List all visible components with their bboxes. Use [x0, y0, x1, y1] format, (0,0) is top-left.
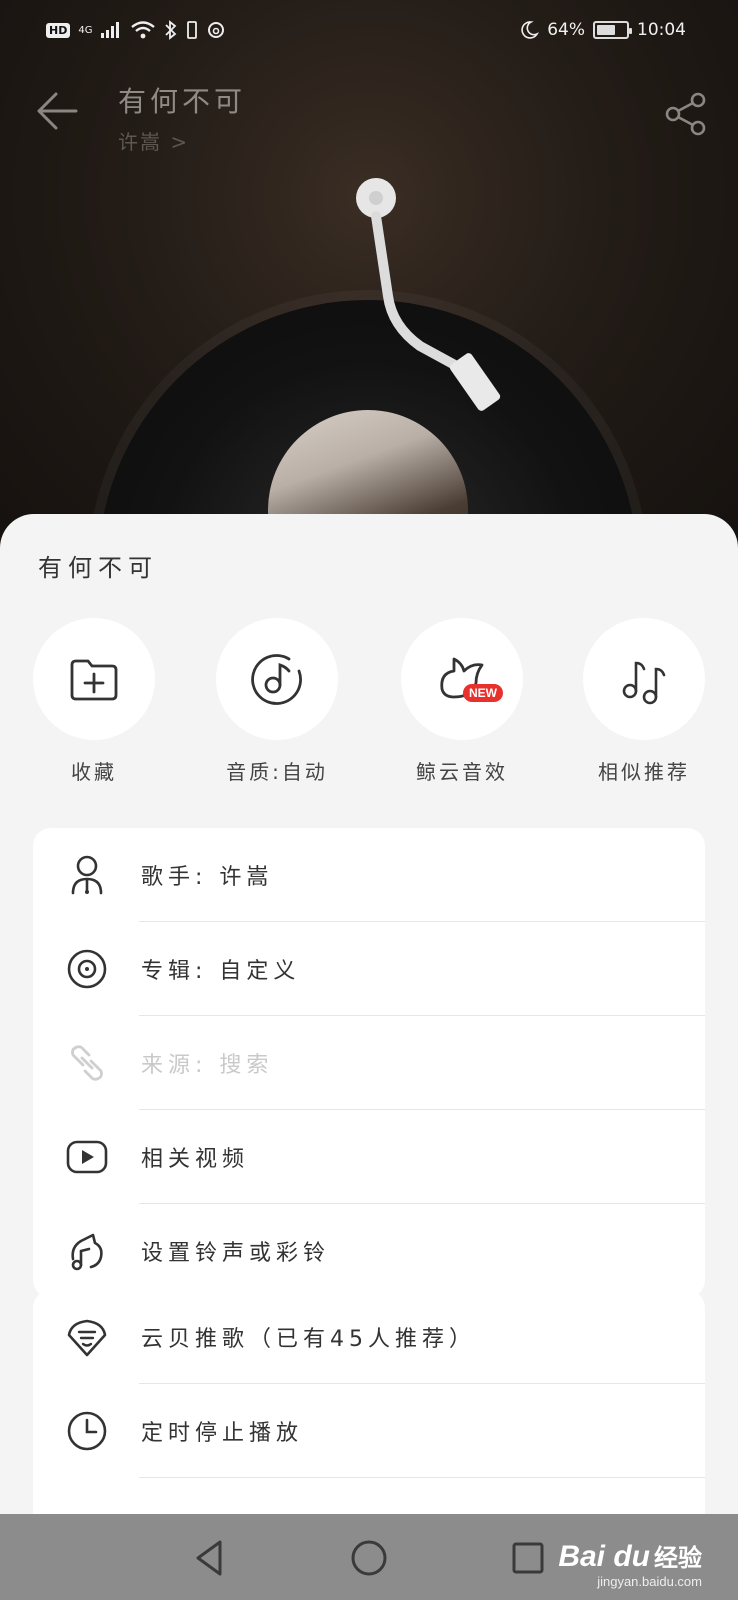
hd-badge: HD	[46, 22, 71, 38]
battery-icon	[593, 21, 632, 39]
back-button[interactable]	[34, 88, 80, 134]
netease-status-icon	[208, 22, 225, 38]
menu-group-extra: 云贝推歌（已有45人推荐） 定时停止播放	[33, 1290, 705, 1530]
similar-recommend-action[interactable]: 相似推荐	[574, 618, 714, 785]
singer-icon	[63, 851, 111, 899]
nav-home-button[interactable]	[347, 1536, 391, 1580]
whale-sound-action[interactable]: NEW 鲸云音效	[392, 618, 532, 785]
link-icon	[63, 1039, 111, 1087]
divider	[139, 1477, 705, 1478]
similar-recommend-label: 相似推荐	[598, 760, 690, 784]
system-navigation-bar: Bai du 经验 jingyan.baidu.com	[0, 1514, 738, 1600]
album-icon	[63, 945, 111, 993]
player-background: HD 4G 64% 10:04 有何不可 许嵩 >	[0, 0, 738, 560]
yunbei-icon	[63, 1313, 111, 1361]
share-button[interactable]	[664, 92, 708, 136]
favorite-label: 收藏	[71, 760, 117, 784]
quality-action[interactable]: 音质:自动	[207, 618, 347, 785]
menu-item-sleep-timer-label: 定时停止播放	[141, 1421, 304, 1446]
triangle-back-icon	[196, 1540, 222, 1576]
status-bar: HD 4G 64% 10:04	[0, 0, 738, 64]
clock-time: 10:04	[637, 20, 686, 40]
menu-item-yunbei-label: 云贝推歌（已有45人推荐）	[141, 1327, 476, 1352]
watermark-url: jingyan.baidu.com	[597, 1574, 702, 1589]
similar-recommend-button[interactable]	[583, 618, 705, 740]
bluetooth-icon	[165, 20, 177, 40]
folder-add-icon	[70, 659, 118, 701]
menu-item-ringtone-label: 设置铃声或彩铃	[141, 1241, 331, 1266]
circle-home-icon	[351, 1540, 387, 1576]
clock-icon	[63, 1407, 111, 1455]
whale-sound-button[interactable]: NEW	[401, 618, 523, 740]
network-type: 4G	[78, 24, 93, 36]
quality-button[interactable]	[216, 618, 338, 740]
video-play-icon	[63, 1133, 111, 1181]
battery-percent: 64%	[547, 20, 585, 40]
menu-group-song-info: 歌手: 许嵩 专辑: 自定义 来源: 搜索 相关视频 设置铃声或彩铃	[33, 828, 705, 1298]
music-disc-icon	[251, 654, 302, 705]
song-title: 有何不可	[118, 85, 247, 118]
new-badge: NEW	[463, 684, 503, 702]
signal-icon	[101, 22, 120, 38]
battery-level	[597, 25, 615, 35]
tonearm-icon	[356, 178, 501, 411]
menu-item-related-video[interactable]: 相关视频	[33, 1110, 705, 1204]
sheet-title: 有何不可	[38, 554, 158, 582]
more-options-sheet: 有何不可 收藏 音质:自动 NEW 鲸云音效 相似推荐 歌手: 许嵩 专辑: 自…	[0, 514, 738, 1530]
vibrate-icon	[187, 21, 198, 39]
artist-link[interactable]: 许嵩 >	[118, 126, 189, 155]
menu-item-ringtone[interactable]: 设置铃声或彩铃	[33, 1204, 705, 1298]
ringtone-icon	[63, 1227, 111, 1275]
menu-item-yunbei[interactable]: 云贝推歌（已有45人推荐）	[33, 1290, 705, 1384]
share-icon	[665, 92, 706, 136]
arrow-left-icon	[37, 92, 78, 130]
square-recents-icon	[512, 1542, 544, 1574]
baidu-jingyan-watermark: Bai du 经验 jingyan.baidu.com	[558, 1538, 702, 1589]
moon-icon	[521, 21, 540, 39]
whale-sound-label: 鲸云音效	[416, 760, 508, 784]
nav-recents-button[interactable]	[506, 1536, 550, 1580]
menu-item-related-video-label: 相关视频	[141, 1147, 250, 1172]
nav-back-button[interactable]	[188, 1536, 232, 1580]
watermark-logo: Bai du	[558, 1540, 650, 1573]
menu-item-source: 来源: 搜索	[33, 1016, 705, 1110]
music-notes-icon	[622, 661, 666, 705]
menu-item-source-label: 来源: 搜索	[141, 1053, 274, 1078]
menu-item-album[interactable]: 专辑: 自定义	[33, 922, 705, 1016]
quick-actions: 收藏 音质:自动 NEW 鲸云音效 相似推荐	[0, 618, 738, 788]
watermark-text: 经验	[654, 1544, 702, 1572]
menu-item-sleep-timer[interactable]: 定时停止播放	[33, 1384, 705, 1478]
menu-item-singer-label: 歌手: 许嵩	[141, 865, 274, 890]
menu-item-album-label: 专辑: 自定义	[141, 959, 301, 984]
quality-label: 音质:自动	[226, 760, 328, 784]
favorite-button[interactable]	[33, 618, 155, 740]
menu-item-singer[interactable]: 歌手: 许嵩	[33, 828, 705, 922]
wifi-icon	[131, 21, 156, 39]
favorite-action[interactable]: 收藏	[24, 618, 164, 785]
